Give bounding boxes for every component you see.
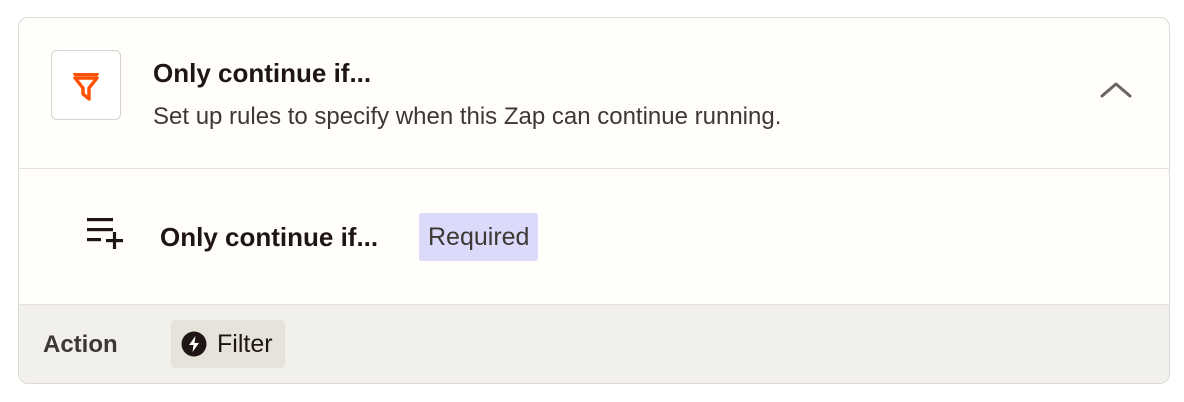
filter-chip[interactable]: Filter bbox=[171, 320, 285, 368]
condition-field-row[interactable]: Only continue if... Required bbox=[19, 169, 1169, 305]
step-type-label: Action bbox=[43, 331, 118, 358]
filter-step-card: Only continue if... Set up rules to spec… bbox=[18, 17, 1170, 384]
required-badge: Required bbox=[419, 213, 539, 261]
filter-funnel-icon bbox=[73, 73, 99, 101]
step-footer: Action Filter bbox=[19, 305, 1169, 383]
step-title: Only continue if... bbox=[153, 58, 372, 88]
chevron-up-icon bbox=[1100, 82, 1132, 98]
step-description: Set up rules to specify when this Zap ca… bbox=[153, 103, 782, 130]
filter-chip-label: Filter bbox=[217, 329, 273, 358]
step-header[interactable]: Only continue if... Set up rules to spec… bbox=[19, 18, 1169, 169]
list-add-icon bbox=[87, 218, 123, 249]
field-label: Only continue if... bbox=[160, 222, 379, 252]
bolt-icon bbox=[181, 331, 207, 357]
app-icon-box bbox=[51, 50, 121, 120]
collapse-button[interactable] bbox=[1094, 73, 1138, 107]
